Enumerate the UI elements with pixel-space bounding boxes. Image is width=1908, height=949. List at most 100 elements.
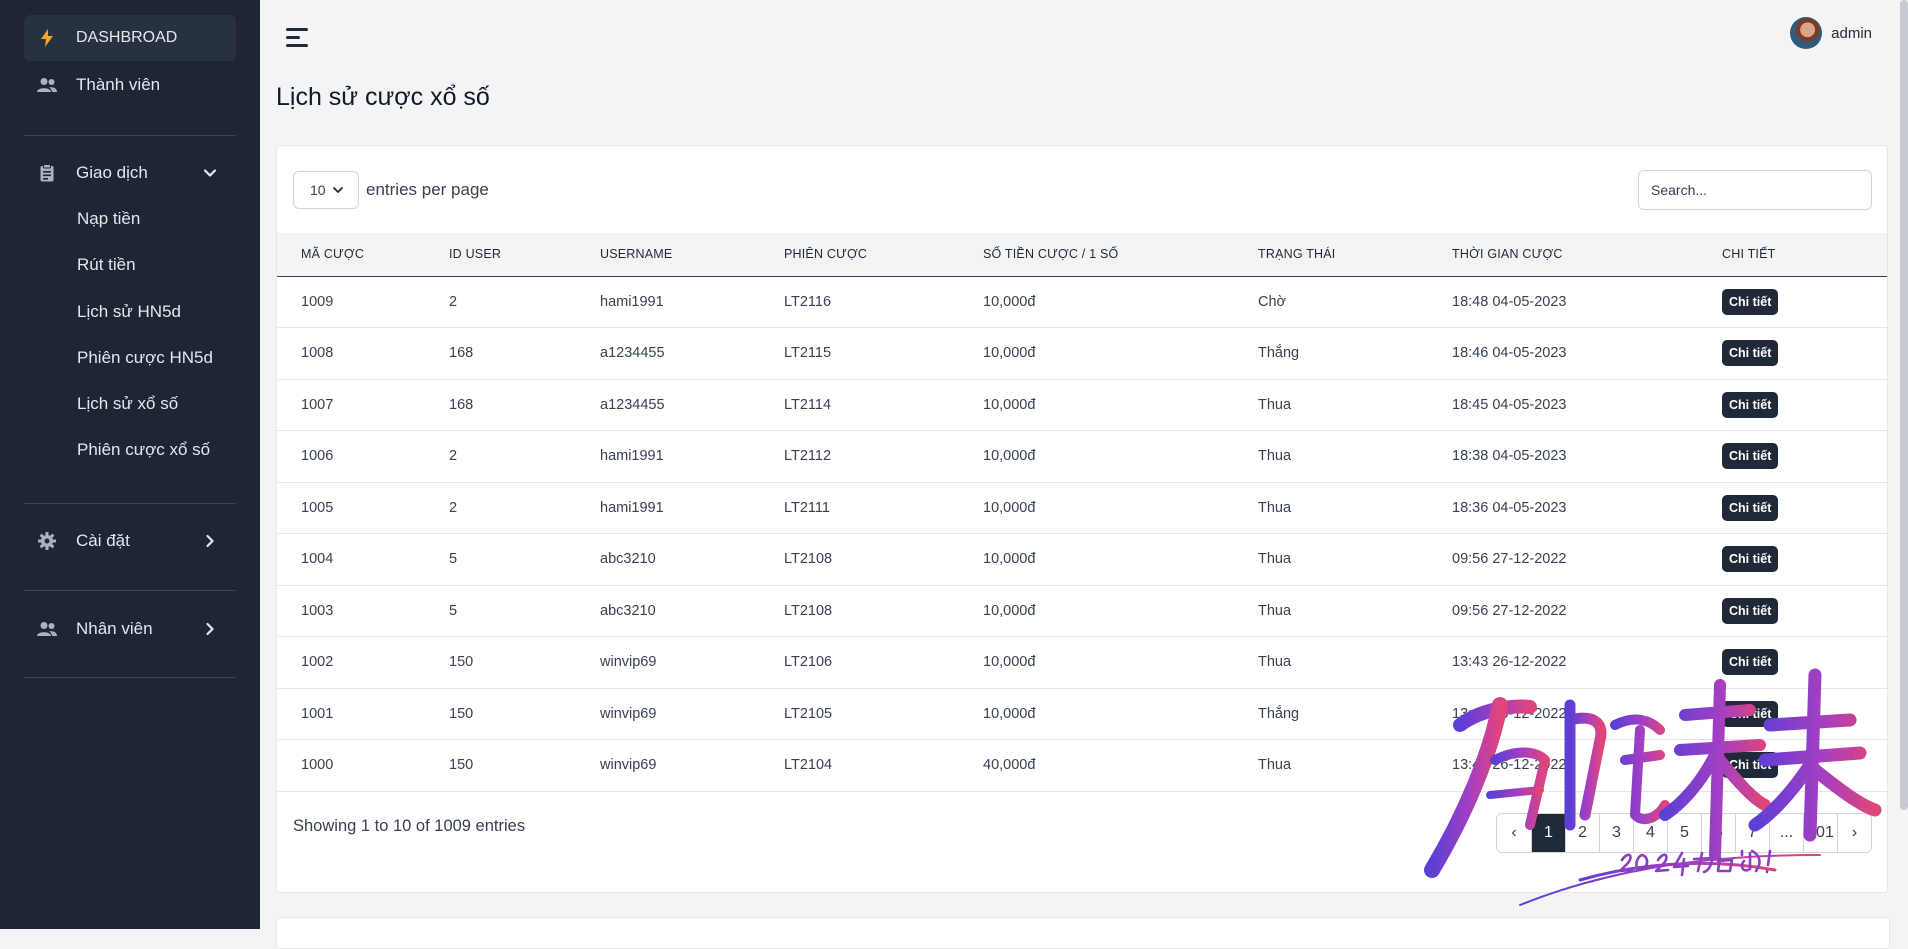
- user-id-cell: 168: [449, 396, 474, 413]
- time-cell: 18:48 04-05-2023: [1452, 293, 1567, 310]
- username-cell: winvip69: [600, 705, 657, 722]
- chevron-down-icon: [332, 187, 343, 193]
- username-cell: abc3210: [600, 551, 656, 568]
- column-header-status[interactable]: TRẠNG THÁI: [1258, 233, 1452, 276]
- column-header-session[interactable]: PHIÊN CƯỢC: [784, 233, 983, 276]
- username-cell: hami1991: [600, 499, 664, 516]
- detail-button[interactable]: Chi tiết: [1722, 649, 1779, 676]
- table-row: 1003 5 abc3210 LT2108 10,000đ Thua 09:56 27-12…: [277, 585, 1887, 637]
- sidebar-item-label: Cài đặt: [76, 531, 130, 550]
- user-name: admin: [1831, 24, 1872, 42]
- avatar: [1790, 17, 1823, 49]
- page-scrollbar[interactable]: [1900, 0, 1908, 810]
- user-id-cell: 150: [449, 705, 474, 722]
- status-cell: Thua: [1258, 757, 1292, 774]
- amount-cell: 10,000đ: [983, 396, 1036, 413]
- per-page-select[interactable]: 10: [293, 171, 359, 209]
- pagination-page[interactable]: 6: [1701, 814, 1735, 852]
- user-id-cell: 5: [449, 551, 458, 568]
- pagination-page[interactable]: 4: [1633, 814, 1667, 852]
- sidebar-subitem-lottery-history[interactable]: Lịch sử xổ số: [77, 394, 178, 414]
- username-cell: a1234455: [600, 396, 665, 413]
- session-cell: LT2111: [784, 499, 830, 516]
- status-cell: Thắng: [1258, 345, 1300, 362]
- time-cell: 18:38 04-05-2023: [1452, 448, 1567, 465]
- status-cell: Thua: [1258, 551, 1292, 568]
- sidebar-item-label: DASHBROAD: [76, 29, 178, 46]
- table-row: 1002 150 winvip69 LT2106 10,000đ Thua 13:43 26…: [277, 637, 1887, 689]
- pagination-page[interactable]: 1: [1531, 814, 1565, 852]
- menu-toggle-icon[interactable]: [286, 28, 308, 48]
- session-cell: LT2104: [784, 757, 833, 774]
- user-id-cell: 150: [449, 654, 474, 671]
- amount-cell: 10,000đ: [983, 499, 1036, 516]
- user-menu[interactable]: admin: [1790, 17, 1872, 49]
- sidebar-item-dashboard[interactable]: DASHBROAD: [24, 15, 236, 61]
- sidebar-item-label: Thành viên: [76, 75, 161, 94]
- detail-cell: Chi tiết: [1722, 740, 1887, 792]
- pagination-prev[interactable]: ‹: [1497, 814, 1531, 852]
- users-icon: [36, 618, 58, 640]
- sidebar-item-transactions[interactable]: Giao dịch: [24, 150, 236, 196]
- table-row: 1000 150 winvip69 LT2104 40,000đ Thua 13:40 26…: [277, 740, 1887, 792]
- detail-cell: Chi tiết: [1722, 431, 1887, 483]
- amount-cell: 40,000đ: [983, 757, 1036, 774]
- clipboard-icon: [36, 162, 58, 184]
- sidebar-subitem-hn5d-sessions[interactable]: Phiên cược HN5d: [77, 348, 213, 368]
- pagination-page[interactable]: 3: [1599, 814, 1633, 852]
- detail-button[interactable]: Chi tiết: [1722, 288, 1779, 315]
- detail-button[interactable]: Chi tiết: [1722, 391, 1779, 418]
- amount-cell: 10,000đ: [983, 602, 1036, 619]
- amount-cell: 10,000đ: [983, 654, 1036, 671]
- pagination-page[interactable]: 101: [1803, 814, 1837, 852]
- bet-id-cell: 1007: [301, 396, 334, 413]
- user-id-cell: 2: [449, 293, 458, 310]
- session-cell: LT2112: [784, 448, 832, 465]
- amount-cell: 10,000đ: [983, 293, 1036, 310]
- detail-button[interactable]: Chi tiết: [1722, 443, 1779, 470]
- time-cell: 13:41 26-12-2022: [1452, 705, 1567, 722]
- sidebar-subitem-lottery-sessions[interactable]: Phiên cược xổ số: [77, 440, 210, 460]
- table-row: 1005 2 hami1991 LT2111 10,000đ Thua 18:36 04-0…: [277, 482, 1887, 534]
- bet-id-cell: 1000: [301, 757, 334, 774]
- table-row: 1008 168 a1234455 LT2115 10,000đ Thắng 18:46 0…: [277, 328, 1887, 380]
- detail-button[interactable]: Chi tiết: [1722, 546, 1779, 573]
- column-header-bet-id[interactable]: MÃ CƯỢC: [277, 233, 449, 276]
- detail-button[interactable]: Chi tiết: [1722, 494, 1779, 521]
- table-row: 1007 168 a1234455 LT2114 10,000đ Thua 18:45 04…: [277, 379, 1887, 431]
- detail-cell: Chi tiết: [1722, 328, 1887, 380]
- table-header-row: MÃ CƯỢC ID USER USERNAME PHIÊN CƯỢC SỐ T…: [277, 233, 1887, 276]
- time-cell: 13:40 26-12-2022: [1452, 757, 1567, 774]
- detail-cell: Chi tiết: [1722, 637, 1887, 689]
- status-cell: Thắng: [1258, 705, 1300, 722]
- detail-button[interactable]: Chi tiết: [1722, 340, 1779, 367]
- detail-button[interactable]: Chi tiết: [1722, 700, 1779, 727]
- sidebar-subitem-withdraw[interactable]: Rút tiền: [77, 255, 136, 275]
- sidebar-subitem-hn5d-history[interactable]: Lịch sử HN5d: [77, 302, 181, 322]
- column-header-amount[interactable]: SỐ TIỀN CƯỢC / 1 SỐ: [983, 233, 1258, 276]
- search-input[interactable]: [1638, 170, 1872, 210]
- pagination-page[interactable]: 7: [1735, 814, 1769, 852]
- pagination-next[interactable]: ›: [1837, 814, 1871, 852]
- amount-cell: 10,000đ: [983, 705, 1036, 722]
- detail-button[interactable]: Chi tiết: [1722, 597, 1779, 624]
- sidebar-item-staff[interactable]: Nhân viên: [24, 606, 236, 652]
- sidebar-subitem-deposit[interactable]: Nạp tiền: [77, 209, 140, 229]
- detail-button[interactable]: Chi tiết: [1722, 752, 1779, 779]
- time-cell: 18:36 04-05-2023: [1452, 499, 1567, 516]
- username-cell: abc3210: [600, 602, 656, 619]
- sidebar-item-label: Nhân viên: [76, 619, 153, 638]
- column-header-detail: CHI TIẾT: [1722, 247, 1776, 262]
- pagination-page[interactable]: 2: [1565, 814, 1599, 852]
- pagination-page[interactable]: 5: [1667, 814, 1701, 852]
- column-header-username[interactable]: USERNAME: [600, 233, 784, 276]
- session-cell: LT2106: [784, 654, 833, 671]
- session-cell: LT2108: [784, 551, 833, 568]
- table-row: 1001 150 winvip69 LT2105 10,000đ Thắng 13:41 2…: [277, 688, 1887, 740]
- sidebar-item-members[interactable]: Thành viên: [24, 62, 236, 108]
- sidebar-item-settings[interactable]: Cài đặt: [24, 518, 236, 564]
- column-header-user-id[interactable]: ID USER: [449, 233, 600, 276]
- column-header-time[interactable]: THỜI GIAN CƯỢC: [1452, 233, 1722, 276]
- entries-summary: Showing 1 to 10 of 1009 entries: [293, 817, 526, 835]
- session-cell: LT2114: [784, 396, 832, 413]
